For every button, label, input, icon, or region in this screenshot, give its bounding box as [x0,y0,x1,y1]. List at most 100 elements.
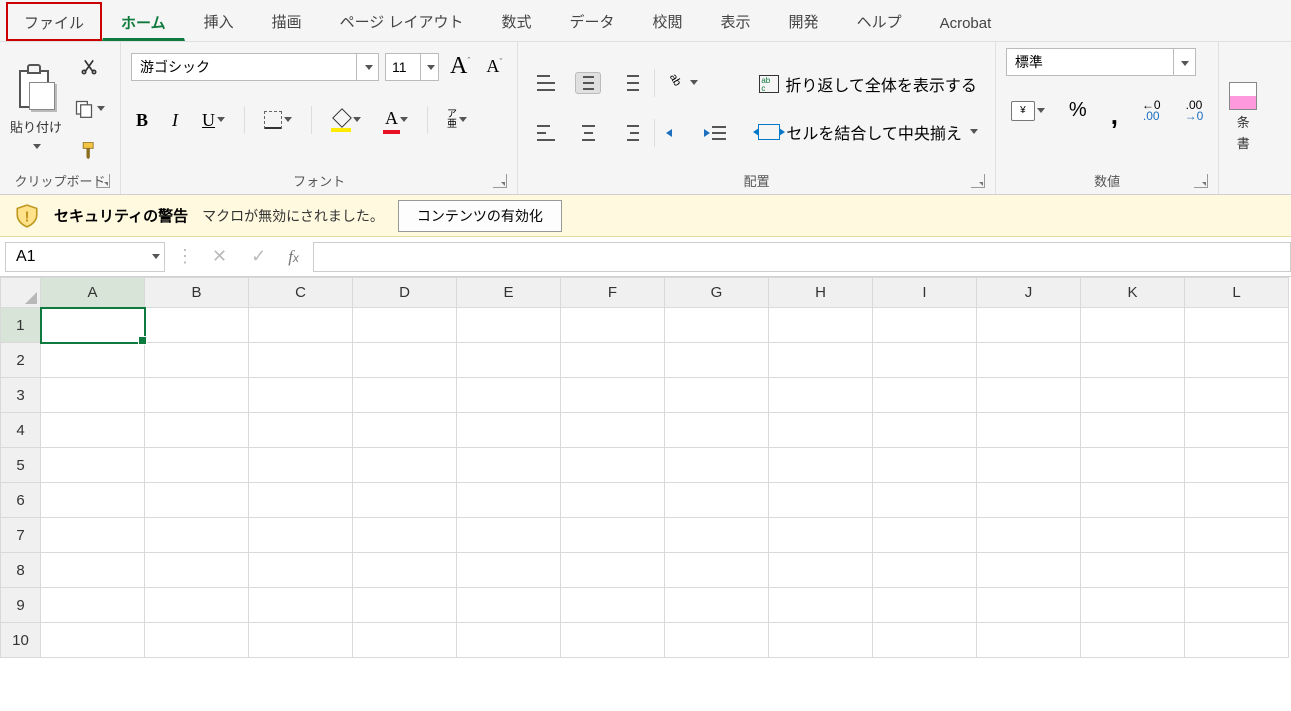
cell-H8[interactable] [769,553,873,588]
cell-J4[interactable] [977,413,1081,448]
cell-C5[interactable] [249,448,353,483]
cell-G4[interactable] [665,413,769,448]
cell-G1[interactable] [665,308,769,343]
cell-F8[interactable] [561,553,665,588]
decrease-indent-button[interactable] [661,119,693,147]
name-box[interactable]: A1 [5,242,165,272]
cell-C4[interactable] [249,413,353,448]
tab-help[interactable]: ヘルプ [838,0,921,41]
cell-E4[interactable] [457,413,561,448]
merge-dropdown[interactable] [970,123,978,141]
tab-file[interactable]: ファイル [6,2,102,41]
cell-F9[interactable] [561,588,665,623]
cell-F3[interactable] [561,378,665,413]
row-header-6[interactable]: 6 [1,483,41,518]
copy-dropdown[interactable] [97,100,105,118]
col-header-F[interactable]: F [561,278,665,308]
cell-A6[interactable] [41,483,145,518]
font-name-select[interactable]: 游ゴシック [131,53,379,81]
cell-C2[interactable] [249,343,353,378]
tab-review[interactable]: 校閲 [634,0,702,41]
tab-data[interactable]: データ [551,0,634,41]
cell-C6[interactable] [249,483,353,518]
cell-I3[interactable] [873,378,977,413]
underline-button[interactable]: U [197,105,230,136]
cell-B1[interactable] [145,308,249,343]
underline-dropdown[interactable] [217,111,225,129]
cell-G9[interactable] [665,588,769,623]
format-painter-button[interactable] [68,134,110,166]
align-top-button[interactable] [528,67,564,99]
cell-L1[interactable] [1185,308,1289,343]
cell-L7[interactable] [1185,518,1289,553]
col-header-I[interactable]: I [873,278,977,308]
cell-F5[interactable] [561,448,665,483]
borders-button[interactable] [259,106,297,134]
cell-L2[interactable] [1185,343,1289,378]
formula-input[interactable] [313,242,1291,272]
cell-C1[interactable] [249,308,353,343]
cell-H6[interactable] [769,483,873,518]
cell-G10[interactable] [665,623,769,658]
font-color-dropdown[interactable] [400,111,408,129]
cell-K8[interactable] [1081,553,1185,588]
accept-formula-button[interactable]: ✓ [239,246,278,267]
cell-J5[interactable] [977,448,1081,483]
align-middle-button[interactable] [570,67,606,99]
cell-L3[interactable] [1185,378,1289,413]
cell-E10[interactable] [457,623,561,658]
number-format-select[interactable]: 標準 [1006,48,1196,76]
cell-I2[interactable] [873,343,977,378]
cell-D6[interactable] [353,483,457,518]
row-header-3[interactable]: 3 [1,378,41,413]
cell-H10[interactable] [769,623,873,658]
merge-center-button[interactable]: セルを結合して中央揃え [751,115,985,149]
align-left-button[interactable] [528,117,564,149]
tab-draw[interactable]: 描画 [253,0,321,41]
increase-decimal-button[interactable]: ←0.00 [1137,95,1166,127]
col-header-H[interactable]: H [769,278,873,308]
cell-I10[interactable] [873,623,977,658]
cell-D1[interactable] [353,308,457,343]
cell-B5[interactable] [145,448,249,483]
cell-C9[interactable] [249,588,353,623]
col-header-D[interactable]: D [353,278,457,308]
align-center-button[interactable] [570,117,606,149]
cell-D2[interactable] [353,343,457,378]
font-size-select[interactable]: 11 [385,53,439,81]
cell-D5[interactable] [353,448,457,483]
cell-I5[interactable] [873,448,977,483]
cell-K1[interactable] [1081,308,1185,343]
cell-L10[interactable] [1185,623,1289,658]
tab-pagelayout[interactable]: ページ レイアウト [321,0,483,41]
cell-D9[interactable] [353,588,457,623]
cell-K2[interactable] [1081,343,1185,378]
cell-A2[interactable] [41,343,145,378]
cell-I8[interactable] [873,553,977,588]
paste-button[interactable] [10,59,62,115]
select-all-corner[interactable] [1,278,41,308]
cell-J1[interactable] [977,308,1081,343]
alignment-launcher[interactable] [971,174,985,188]
accounting-dropdown[interactable] [1037,102,1045,120]
cell-J7[interactable] [977,518,1081,553]
cell-F1[interactable] [561,308,665,343]
cell-H7[interactable] [769,518,873,553]
cell-A10[interactable] [41,623,145,658]
increase-indent-button[interactable] [699,119,731,147]
cell-L4[interactable] [1185,413,1289,448]
cell-B10[interactable] [145,623,249,658]
shrink-font-button[interactable]: Aˇ [481,51,507,82]
cell-L5[interactable] [1185,448,1289,483]
grow-font-button[interactable]: Aˆ [445,48,475,85]
cell-J6[interactable] [977,483,1081,518]
cell-K5[interactable] [1081,448,1185,483]
clipboard-launcher[interactable] [96,174,110,188]
cell-H2[interactable] [769,343,873,378]
percent-button[interactable]: % [1064,94,1092,127]
cell-B2[interactable] [145,343,249,378]
col-header-K[interactable]: K [1081,278,1185,308]
tab-acrobat[interactable]: Acrobat [921,4,1011,41]
cell-E3[interactable] [457,378,561,413]
orientation-dropdown[interactable] [690,74,698,92]
